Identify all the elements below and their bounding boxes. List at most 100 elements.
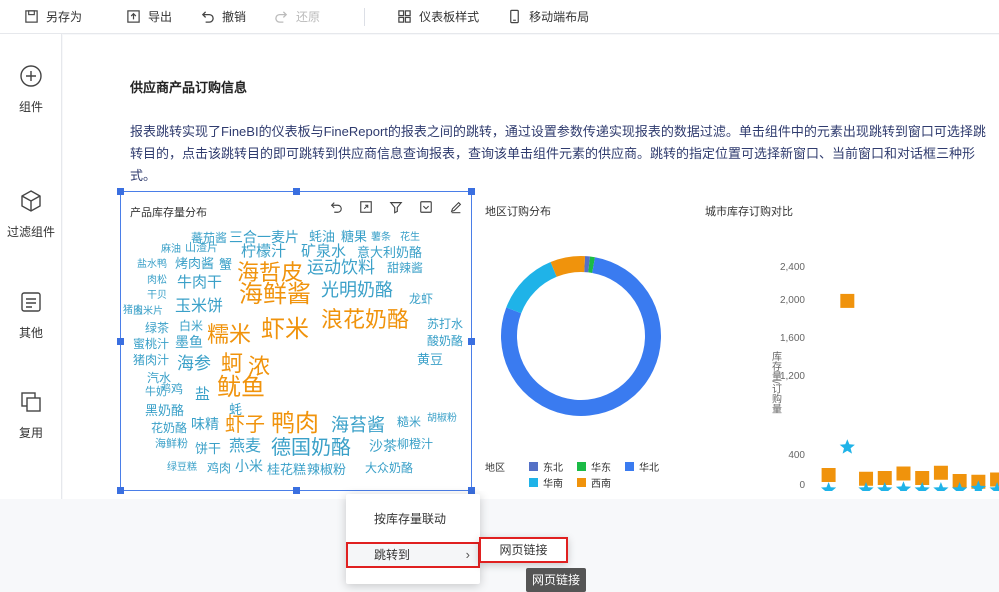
region-donut-widget[interactable]: 地区订购分布 地区 东北华东华北华南西南 xyxy=(479,191,699,491)
word-cloud-item[interactable]: 运动饮料 xyxy=(307,259,375,276)
word-cloud-item[interactable]: 海苔酱 xyxy=(331,416,385,434)
word-cloud-item[interactable]: 盐 xyxy=(195,387,210,402)
word-cloud-item[interactable]: 燕麦 xyxy=(229,439,261,455)
word-cloud-item[interactable]: 花奶酪 xyxy=(151,422,187,434)
word-cloud-item[interactable]: 蚝油 xyxy=(309,230,335,243)
word-cloud-item[interactable]: 胡椒粉 xyxy=(427,414,457,424)
word-cloud-item[interactable]: 盐水鸭 xyxy=(137,260,167,270)
word-cloud-item[interactable]: 牛奶 xyxy=(145,387,167,398)
word-cloud-item[interactable]: 光明奶酪 xyxy=(321,281,393,299)
context-linkage-item[interactable]: 按库存量联动 xyxy=(346,506,480,532)
save-as-button[interactable]: 另存为 xyxy=(0,0,96,34)
word-cloud-item[interactable]: 绿茶 xyxy=(145,322,169,334)
page-title: 供应商产品订购信息 xyxy=(130,77,247,96)
word-cloud-item[interactable]: 黄豆 xyxy=(417,353,443,366)
word-cloud-item[interactable]: 小米 xyxy=(235,459,263,473)
word-cloud-item[interactable]: 龙虾 xyxy=(409,293,433,305)
undo-button[interactable]: 撤销 xyxy=(186,0,260,34)
word-cloud-item[interactable]: 海参 xyxy=(177,355,211,372)
donut-slice[interactable] xyxy=(551,256,585,277)
legend-item[interactable]: 华北 xyxy=(625,459,659,474)
word-cloud-item[interactable]: 德国奶酪 xyxy=(271,438,351,458)
word-cloud-item[interactable]: 山渣片 xyxy=(185,243,218,254)
word-cloud-item[interactable]: 玉米饼 xyxy=(175,299,223,315)
word-cloud-item[interactable]: 酸奶酪 xyxy=(427,335,463,347)
jump-submenu-weblink[interactable]: 网页链接 xyxy=(479,537,568,563)
donut-slice[interactable] xyxy=(506,262,556,313)
scatter-star-point[interactable] xyxy=(933,482,948,491)
word-cloud-item[interactable]: 大众奶酪 xyxy=(365,462,413,474)
word-cloud-item[interactable]: 烤肉酱 xyxy=(175,257,214,270)
word-cloud-item[interactable]: 绿豆糕 xyxy=(167,463,197,473)
redo-button[interactable]: 还原 xyxy=(260,0,334,34)
word-cloud-item[interactable]: 猪肉 xyxy=(123,306,143,316)
word-cloud-item[interactable]: 辣椒粉 xyxy=(307,463,346,476)
scatter-square-point[interactable] xyxy=(896,467,910,481)
scatter-star-point[interactable] xyxy=(821,482,836,491)
scatter-square-point[interactable] xyxy=(840,294,854,308)
word-cloud-item[interactable]: 糯米 xyxy=(207,324,251,346)
legend-item[interactable]: 西南 xyxy=(577,475,611,490)
mobile-layout-button[interactable]: 移动端布局 xyxy=(493,0,603,34)
rail-reuse-button[interactable]: 复用 xyxy=(0,390,62,441)
word-cloud-item[interactable]: 虾米 xyxy=(261,318,309,342)
context-jump-item[interactable]: 跳转到› xyxy=(346,542,480,568)
scatter-square-point[interactable] xyxy=(822,468,836,482)
widget-title: 地区订购分布 xyxy=(485,203,551,219)
rail-component-button[interactable]: 组件 xyxy=(0,64,62,115)
word-cloud-item[interactable]: 浪花奶酪 xyxy=(321,309,409,331)
rail-other-button[interactable]: 其他 xyxy=(0,290,62,341)
legend-item[interactable]: 东北 xyxy=(529,459,563,474)
word-cloud-item[interactable]: 虾子 xyxy=(225,415,265,435)
word-cloud-item[interactable]: 柳橙汁 xyxy=(397,438,433,450)
chevron-right-icon: › xyxy=(466,544,470,566)
scatter-star-point[interactable] xyxy=(896,481,911,491)
word-cloud-item[interactable]: 三合一麦片 xyxy=(229,230,299,244)
rail-filter-button[interactable]: 过滤组件 xyxy=(0,189,62,240)
toolbar-divider xyxy=(364,8,365,26)
word-cloud-item[interactable]: 鱿鱼 xyxy=(217,376,265,400)
word-cloud-item[interactable]: 海鲜酱 xyxy=(239,283,311,307)
rail-filter-label: 过滤组件 xyxy=(7,225,55,239)
word-cloud-item[interactable]: 糖果 xyxy=(341,230,367,243)
scatter-star-point[interactable] xyxy=(840,439,855,453)
word-cloud-item[interactable]: 苏打水 xyxy=(427,318,463,330)
word-cloud-item[interactable]: 蚵 xyxy=(221,353,243,375)
word-cloud-item[interactable]: 白米 xyxy=(179,320,203,332)
word-cloud-item[interactable]: 肉松 xyxy=(147,276,167,286)
word-cloud-item[interactable]: 甜辣酱 xyxy=(387,262,423,274)
word-cloud-item[interactable]: 海鲜粉 xyxy=(155,439,188,450)
word-cloud-item[interactable]: 黑奶酪 xyxy=(145,404,184,417)
word-cloud-item[interactable]: 桂花糕 xyxy=(267,463,306,476)
y-tick-label: 1,600 xyxy=(780,333,805,344)
word-cloud-item[interactable]: 牛肉干 xyxy=(177,275,222,290)
dashboard-style-button[interactable]: 仪表板样式 xyxy=(383,0,493,34)
word-cloud-item[interactable]: 汽水 xyxy=(147,372,171,384)
word-cloud-item[interactable]: 墨鱼 xyxy=(175,335,203,349)
legend-item[interactable]: 华南 xyxy=(529,475,563,490)
word-cloud-item[interactable]: 干贝 xyxy=(147,291,167,301)
word-cloud-item[interactable]: 鸡 xyxy=(171,383,183,395)
word-cloud-item[interactable]: 沙茶 xyxy=(369,439,397,453)
undo-label: 撤销 xyxy=(222,8,246,25)
donut-legend: 地区 东北华东华北华南西南 xyxy=(485,455,699,491)
stock-wordcloud-widget[interactable]: 产品库存量分布 蕃茄酱三合一麦片蚝油糖果薯条花生麻油山渣片柠檬汁矿泉水意大利奶酪… xyxy=(120,191,472,491)
export-button[interactable]: 导出 xyxy=(96,0,186,34)
scatter-square-point[interactable] xyxy=(934,466,948,480)
word-cloud-item[interactable]: 花生 xyxy=(400,233,420,243)
word-cloud-item[interactable]: 糙米 xyxy=(397,416,421,428)
word-cloud-item[interactable]: 猪肉汁 xyxy=(133,354,169,366)
word-cloud-item[interactable]: 矿泉水 xyxy=(301,244,346,259)
legend-swatch xyxy=(577,478,586,487)
word-cloud-item[interactable]: 味精 xyxy=(191,417,219,431)
word-cloud-item[interactable]: 薯条 xyxy=(371,233,391,243)
legend-item[interactable]: 华东 xyxy=(577,459,611,474)
word-cloud-item[interactable]: 柠檬汁 xyxy=(241,244,286,259)
word-cloud-item[interactable]: 饼干 xyxy=(195,442,221,455)
word-cloud-item[interactable]: 鸡肉 xyxy=(207,462,231,474)
word-cloud-item[interactable]: 麻油 xyxy=(161,245,181,255)
word-cloud-item[interactable]: 鸭肉 xyxy=(271,412,319,436)
word-cloud-item[interactable]: 蜜桃汁 xyxy=(133,338,169,350)
word-cloud-item[interactable]: 蟹 xyxy=(219,258,232,271)
city-scatter-widget[interactable]: 城市库存订购对比 04001,2001,6002,0002,400库存量/订购量… xyxy=(699,191,999,491)
